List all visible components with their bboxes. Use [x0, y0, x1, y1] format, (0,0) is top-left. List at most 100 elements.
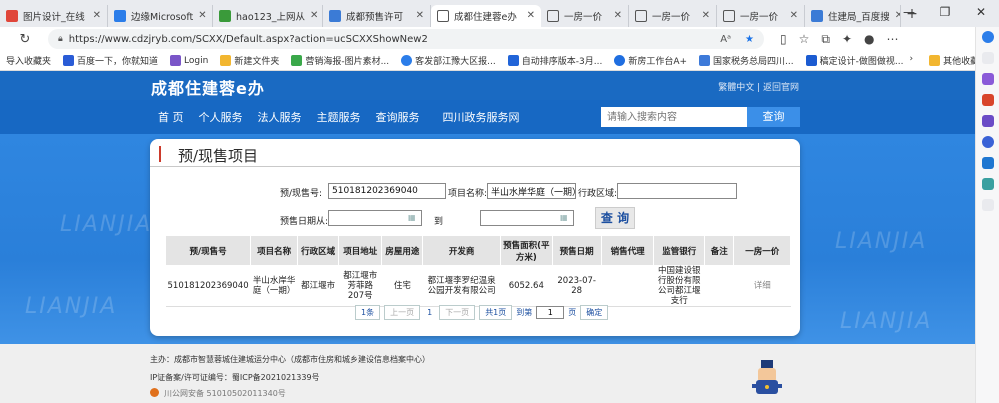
favorite-star-icon[interactable]: ★: [745, 34, 754, 45]
column-header: 预售面积(平方米): [500, 235, 553, 266]
close-tab-icon[interactable]: ✕: [310, 10, 318, 21]
close-tab-icon[interactable]: ✕: [702, 10, 710, 21]
browser-tab-bar: 图片设计_在线 ✕ 边缘Microsoft ✕ hao123_上网从 ✕ 成都预售许可…: [0, 0, 999, 27]
read-aloud-icon[interactable]: Aᵃ: [720, 34, 731, 45]
calendar-icon[interactable]: ▦: [408, 213, 416, 222]
nav-personal[interactable]: 个人服务: [199, 109, 243, 125]
tag-icon[interactable]: [981, 73, 994, 85]
bookmark-item[interactable]: 稿定设计-做图做视...: [800, 54, 910, 67]
prev-page-button[interactable]: 上一页: [384, 305, 421, 320]
area-input[interactable]: [617, 183, 737, 199]
copilot-icon[interactable]: [981, 31, 994, 43]
people-icon[interactable]: [981, 115, 994, 127]
column-header: 项目地址: [338, 235, 383, 266]
close-tab-icon[interactable]: ✕: [93, 10, 101, 21]
outlook-icon[interactable]: [981, 157, 994, 169]
cell-agent: [601, 265, 654, 307]
column-header: 开发商: [422, 235, 502, 266]
bookmark-label: 新建文件夹: [234, 57, 280, 67]
close-tab-icon[interactable]: ✕: [527, 10, 535, 21]
split-screen-icon[interactable]: ▯: [780, 32, 787, 47]
permit-input[interactable]: [328, 183, 446, 199]
browser-tab[interactable]: hao123_上网从 ✕: [213, 4, 323, 27]
nav-sichuan-gov[interactable]: 四川政务服务网: [443, 109, 520, 125]
bookmark-item[interactable]: 导入收藏夹: [0, 54, 57, 67]
leaf-icon: [291, 55, 303, 66]
refresh-icon[interactable]: ↻: [14, 32, 36, 47]
briefcase-icon[interactable]: [981, 94, 994, 106]
browser-tab[interactable]: 边缘Microsoft ✕: [108, 4, 213, 27]
site-search-button[interactable]: 查询: [747, 107, 800, 127]
nav-home[interactable]: 首 页: [158, 109, 184, 125]
cell-district: 都江堰市: [297, 265, 339, 307]
profile-icon[interactable]: ●: [864, 32, 874, 47]
bookmark-item[interactable]: 自动排序版本-3月...: [502, 54, 609, 67]
title-accent: [159, 146, 161, 162]
close-tab-icon[interactable]: ✕: [416, 10, 424, 21]
browser-tab-active[interactable]: 成都住建蓉e办 ✕: [431, 4, 541, 27]
collections-icon[interactable]: ⧉: [821, 32, 830, 47]
next-page-button[interactable]: 下一页: [439, 305, 476, 320]
bookmark-item[interactable]: 国家税务总局四川...: [693, 54, 800, 67]
site-logo[interactable]: 成都住建蓉e办: [151, 75, 265, 99]
bookmark-item[interactable]: 新建文件夹: [214, 54, 285, 67]
bookmark-item[interactable]: 营销海报-图片素材...: [285, 54, 395, 67]
url-field[interactable]: 🔒︎ https://www.cdzjryb.com/SCXX/Default.…: [48, 29, 764, 49]
tab-favicon-icon: [6, 9, 18, 22]
confirm-button[interactable]: 确定: [580, 305, 609, 320]
site-search-input[interactable]: [601, 107, 747, 127]
cell-project-name: 半山水岸华庭（一期）: [250, 265, 298, 307]
date-to-label: 到: [434, 217, 444, 227]
header-links[interactable]: 繁體中文 | 返回官网: [718, 80, 799, 93]
detail-link[interactable]: 详细: [733, 265, 791, 307]
cell-bank: 中国建设银行股份有限公司都江堰支行: [653, 265, 705, 307]
circle-app-icon[interactable]: [981, 136, 994, 148]
browser-tab[interactable]: 一房一价 ✕: [629, 4, 717, 27]
bookmark-label: 其他收藏夹: [943, 57, 975, 67]
send-icon[interactable]: [981, 178, 994, 190]
watermark: LIANJIA: [840, 309, 933, 334]
site-header: 成都住建蓉e办 繁體中文 | 返回官网: [0, 71, 975, 100]
bookmark-item[interactable]: 客发部江豫大区报...: [395, 54, 502, 67]
tab-favicon-icon: [329, 9, 341, 22]
close-window-icon[interactable]: ✕: [963, 0, 999, 27]
bookmark-item[interactable]: 新房工作台A+: [608, 54, 693, 67]
close-tab-icon[interactable]: ✕: [198, 10, 206, 21]
more-menu-icon[interactable]: ⋯: [887, 32, 899, 47]
minimize-icon[interactable]: —: [891, 0, 927, 27]
goto-page-input[interactable]: [536, 306, 565, 319]
favorites-bar: 导入收藏夹 百度一下，你就知道 Login 新建文件夹 营销海报-图片素材...…: [0, 51, 975, 71]
favorites-icon[interactable]: ☆: [799, 32, 810, 47]
browser-tab[interactable]: 一房一价 ✕: [541, 4, 629, 27]
browser-tab[interactable]: 住建局_百度搜✕: [805, 4, 901, 27]
browser-tab[interactable]: 成都预售许可 ✕: [323, 4, 431, 27]
close-tab-icon[interactable]: ✕: [614, 10, 622, 21]
browser-tab[interactable]: 图片设计_在线 ✕: [0, 4, 108, 27]
current-page[interactable]: 1: [424, 308, 435, 317]
tab-favicon-icon: [219, 9, 231, 22]
column-header: 备注: [704, 235, 735, 266]
police-record[interactable]: 川公网安备 51010502011340号: [164, 388, 286, 399]
column-header: 房屋用途: [381, 235, 424, 266]
extensions-icon[interactable]: ✦: [842, 32, 852, 47]
icp-info[interactable]: IP证备案/许可证编号：蜀ICP备2021021339号: [150, 372, 320, 383]
tab-title: 成都预售许可: [346, 11, 404, 23]
tab-title: 一房一价: [564, 11, 603, 23]
nav-topics[interactable]: 主题服务: [317, 109, 361, 125]
search-icon[interactable]: [981, 52, 994, 64]
nav-corporate[interactable]: 法人服务: [258, 109, 302, 125]
project-name-input[interactable]: [487, 183, 576, 199]
bookmark-item[interactable]: 百度一下，你就知道: [57, 54, 164, 67]
bookmark-item[interactable]: Login: [164, 55, 214, 66]
calendar-icon[interactable]: ▦: [560, 213, 568, 222]
maximize-icon[interactable]: ❐: [927, 0, 963, 27]
close-tab-icon[interactable]: ✕: [790, 10, 798, 21]
bookmark-label: 国家税务总局四川...: [713, 57, 794, 67]
add-icon[interactable]: [981, 199, 994, 211]
query-button[interactable]: 查 询: [595, 207, 635, 229]
chevron-right-icon[interactable]: ›: [909, 54, 913, 67]
other-bookmarks[interactable]: 其他收藏夹: [923, 54, 975, 67]
nav-query[interactable]: 查询服务: [376, 109, 420, 125]
watermark: LIANJIA: [835, 229, 928, 254]
browser-tab[interactable]: 一房一价 ✕: [717, 4, 805, 27]
